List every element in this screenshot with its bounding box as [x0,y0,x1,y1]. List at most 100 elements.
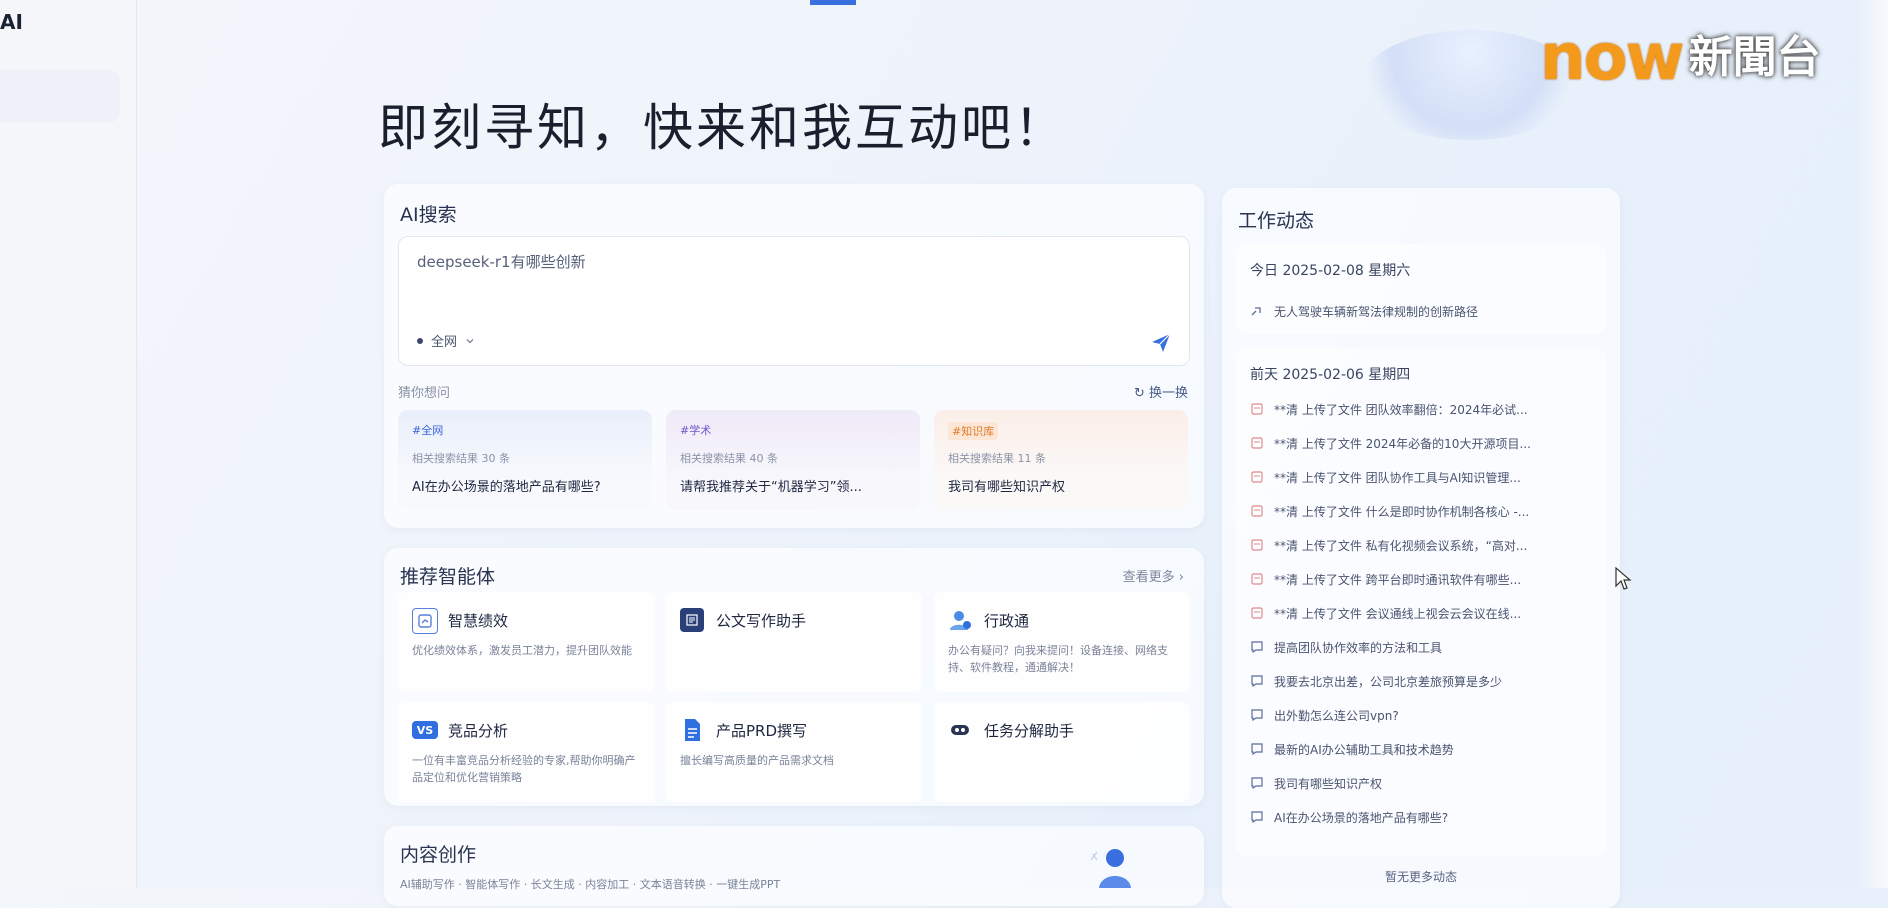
content-creation-panel: 内容创作 AI辅助写作 · 智能体写作 · 长文生成 · 内容加工 · 文本语音… [384,826,1204,906]
question-tag: #学术 [680,424,712,437]
question-count: 相关搜索结果 11 条 [948,452,1046,465]
refresh-label: 换一换 [1148,386,1188,401]
feed-item[interactable]: **清 上传了文件 什么是即时协作机制各核心 -... [1250,494,1590,528]
feed-today-card: 今日 2025-02-08 星期六 无人驾驶车辆新驾法律规制的创新路径 [1236,244,1606,334]
file-icon [1250,504,1264,518]
agent-card-doc-writing[interactable]: 公文写作助手 [666,592,922,692]
feed-item-text: 出外勤怎么连公司vpn? [1274,708,1399,723]
feed-item[interactable]: 我要去北京出差，公司北京差旅预算是多少 [1250,664,1590,698]
recommended-agents-panel: 推荐智能体 查看更多 › 智慧绩效 优化绩效体系，激发员工潜力，提升团队效能 公… [384,548,1204,806]
file-icon [1250,470,1264,484]
refresh-button[interactable]: ↻ 换一换 [1134,382,1188,401]
refresh-icon: ↻ [1133,386,1149,401]
question-tag: #全网 [412,424,444,437]
chevron-down-icon [466,338,474,343]
question-count: 相关搜索结果 30 条 [412,452,510,465]
feed-item[interactable]: **清 上传了文件 私有化视频会议系统，“高对... [1250,528,1590,562]
agent-card-competitive-analysis[interactable]: VS 竞品分析 一位有丰富竞品分析经验的专家,帮助你明确产品定位和优化营销策略 [398,702,654,802]
agent-card-task-split[interactable]: 任务分解助手 [934,702,1190,802]
agent-name: 竞品分析 [448,722,509,740]
agent-desc: 一位有丰富竞品分析经验的专家,帮助你明确产品定位和优化营销策略 [412,754,636,784]
question-card[interactable]: #知识库 相关搜索结果 11 条 我司有哪些知识产权 [934,410,1188,510]
send-icon[interactable] [1149,331,1173,355]
admin-person-icon [948,608,972,632]
mascot-illustration [1090,849,1131,888]
agent-desc: 擅长编写高质量的产品需求文档 [680,754,834,767]
agent-card-prd[interactable]: 产品PRD撰写 擅长编写高质量的产品需求文档 [666,702,922,802]
performance-icon [412,608,438,634]
feed-item[interactable]: **清 上传了文件 团队协作工具与AI知识管理... [1250,460,1590,494]
question-count: 相关搜索结果 40 条 [680,452,778,465]
agent-card-performance[interactable]: 智慧绩效 优化绩效体系，激发员工潜力，提升团队效能 [398,592,654,692]
question-title: AI在办公场景的落地产品有哪些? [412,480,601,495]
view-more-link[interactable]: 查看更多 › [1123,566,1184,585]
feed-item-text: 无人驾驶车辆新驾法律规制的创新路径 [1274,304,1479,319]
feed-title: 工作动态 [1238,210,1315,232]
feed-item-text: 提高团队协作效率的方法和工具 [1274,640,1443,655]
ai-search-panel: AI搜索 deepseek-r1有哪些创新 全网 猜你想问 ↻ 换一换 #全网 … [384,184,1204,528]
watermark-name: 新聞台 [1688,32,1821,83]
feed-item-text: **清 上传了文件 会议通线上视会云会议在线... [1274,606,1522,621]
feed-item-text: 我司有哪些知识产权 [1274,776,1383,791]
feed-item[interactable]: 我司有哪些知识产权 [1250,766,1590,800]
feed-item[interactable]: AI在办公场景的落地产品有哪些? [1250,800,1590,834]
feed-earlier-card: 前天 2025-02-06 星期四 **清 上传了文件 团队效率翻倍：2024年… [1236,348,1606,856]
chat-icon [1250,742,1264,756]
feed-item[interactable]: 提高团队协作效率的方法和工具 [1250,630,1590,664]
window-edge [1858,0,1888,888]
content-subtitle: AI辅助写作 · 智能体写作 · 长文生成 · 内容加工 · 文本语音转换 · … [400,878,781,891]
feed-item-text: AI在办公场景的落地产品有哪些? [1274,810,1449,825]
feed-today-label: 今日 2025-02-08 星期六 [1250,263,1411,279]
document-writing-icon [680,608,704,632]
top-accent-bar [810,0,856,5]
search-box[interactable]: deepseek-r1有哪些创新 全网 [398,236,1190,366]
prd-doc-icon [680,718,704,742]
chat-icon [1250,708,1264,722]
suggested-questions-label: 猜你想问 [398,386,451,401]
link-icon [1250,304,1264,318]
agent-card-admin[interactable]: 行政通 办公有疑问？向我来提问！设备连接、网络支持、软件教程，通通解决！ [934,592,1190,692]
mouse-cursor-icon [1615,566,1632,590]
agent-desc: 办公有疑问？向我来提问！设备连接、网络支持、软件教程，通通解决！ [948,644,1168,674]
left-sidebar: AI [0,0,137,888]
feed-item[interactable]: **清 上传了文件 2024年必备的10大开源项目... [1250,426,1590,460]
feed-item[interactable]: **清 上传了文件 会议通线上视会云会议在线... [1250,596,1590,630]
agent-name: 产品PRD撰写 [716,722,808,740]
feed-item-text: **清 上传了文件 私有化视频会议系统，“高对... [1274,538,1528,553]
agent-name: 公文写作助手 [716,612,807,630]
sidebar-item-active[interactable] [0,70,120,122]
feed-item-text: **清 上传了文件 团队协作工具与AI知识管理... [1274,470,1521,485]
agent-desc: 优化绩效体系，激发员工潜力，提升团队效能 [412,644,632,657]
task-split-icon [948,718,972,742]
question-card[interactable]: #学术 相关搜索结果 40 条 请帮我推荐关于“机器学习”领... [666,410,920,510]
feed-item[interactable]: **清 上传了文件 跨平台即时通讯软件有哪些... [1250,562,1590,596]
ai-search-title: AI搜索 [400,204,457,226]
chat-icon [1250,674,1264,688]
file-icon [1250,436,1264,450]
feed-item[interactable]: 出外勤怎么连公司vpn? [1250,698,1590,732]
scope-selector[interactable]: 全网 [417,331,475,350]
feed-end-label: 暂无更多动态 [1384,870,1457,884]
question-tag: #知识库 [948,422,999,440]
sidebar-brand: AI [0,10,23,34]
feed-item-text: **清 上传了文件 2024年必备的10大开源项目... [1274,436,1531,451]
vs-icon: VS [412,721,438,739]
question-card[interactable]: #全网 相关搜索结果 30 条 AI在办公场景的落地产品有哪些? [398,410,652,510]
question-title: 我司有哪些知识产权 [948,480,1066,495]
file-icon [1250,538,1264,552]
feed-item-text: **清 上传了文件 团队效率翻倍：2024年必试... [1274,402,1528,417]
file-icon [1250,402,1264,416]
feed-item[interactable]: 最新的AI办公辅助工具和技术趋势 [1250,732,1590,766]
feed-item[interactable]: **清 上传了文件 团队效率翻倍：2024年必试... [1250,392,1590,426]
file-icon [1250,572,1264,586]
watermark-brand: now [1540,21,1685,95]
feed-item-text: 最新的AI办公辅助工具和技术趋势 [1274,742,1454,757]
search-input[interactable]: deepseek-r1有哪些创新 [417,251,586,272]
now-news-watermark: now 新聞台 [1540,18,1821,98]
feed-item[interactable]: 无人驾驶车辆新驾法律规制的创新路径 [1250,294,1590,328]
feed-earlier-label: 前天 2025-02-06 星期四 [1250,367,1411,383]
chat-icon [1250,776,1264,790]
feed-item-text: **清 上传了文件 跨平台即时通讯软件有哪些... [1274,572,1522,587]
work-feed-panel: 工作动态 今日 2025-02-08 星期六 无人驾驶车辆新驾法律规制的创新路径… [1222,188,1620,908]
agent-name: 行政通 [984,612,1030,630]
